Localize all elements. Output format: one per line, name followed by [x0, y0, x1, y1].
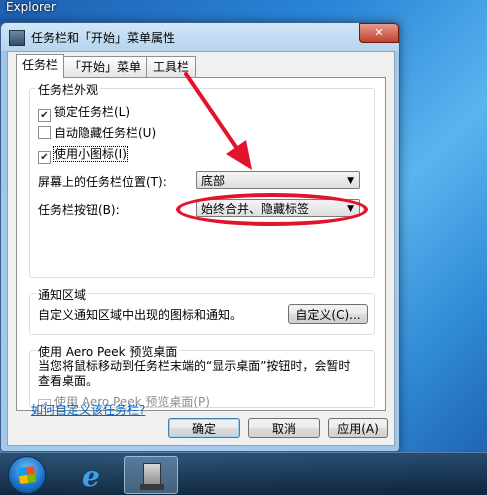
windows-taskbar: e: [0, 452, 487, 495]
buttons-label: 任务栏按钮(B):: [38, 203, 120, 217]
cancel-button[interactable]: 取消: [248, 418, 320, 438]
taskbar-control-panel[interactable]: [124, 456, 178, 494]
dialog-title: 任务栏和「开始」菜单属性: [31, 31, 176, 45]
title-bar[interactable]: 任务栏和「开始」菜单属性 ✕: [1, 23, 399, 51]
small-icons-checkbox[interactable]: ✔: [38, 151, 51, 164]
group-notification: 通知区域 自定义通知区域中出现的图标和通知。 自定义(C)...: [29, 286, 375, 335]
appearance-legend: 任务栏外观: [36, 81, 101, 98]
customize-button[interactable]: 自定义(C)...: [288, 304, 368, 324]
lock-taskbar-option[interactable]: ✔ 锁定任务栏(L): [38, 103, 130, 122]
aero-peek-description: 当您将鼠标移动到任务栏末端的“显示桌面”按钮时，会暂时 查看桌面。: [38, 359, 350, 389]
lock-taskbar-checkbox[interactable]: ✔: [38, 109, 51, 122]
autohide-label: 自动隐藏任务栏(U): [54, 126, 157, 140]
tab-panel-taskbar: 任务栏外观 ✔ 锁定任务栏(L) 自动隐藏任务栏(U) ✔ 使用小图标(I) 屏幕上…: [16, 77, 386, 412]
lock-taskbar-label: 锁定任务栏(L): [54, 105, 131, 119]
apply-button[interactable]: 应用(A): [328, 418, 388, 438]
tab-taskbar[interactable]: 任务栏: [16, 54, 64, 78]
highlight-ellipse: [176, 193, 368, 226]
taskbar-properties-icon: [9, 30, 25, 46]
desktop-label: Explorer: [6, 0, 56, 14]
location-dropdown[interactable]: 底部 ▼: [196, 171, 360, 189]
aero-peek-description-line2: 查看桌面。: [38, 374, 99, 388]
close-button[interactable]: ✕: [359, 23, 399, 43]
dialog-client: 任务栏 「开始」菜单 工具栏 任务栏外观 ✔ 锁定任务栏(L) 自动隐藏任务栏(U…: [7, 51, 395, 446]
internet-explorer-icon: e: [82, 460, 100, 493]
location-label: 屏幕上的任务栏位置(T):: [38, 175, 167, 189]
taskbar-internet-explorer[interactable]: e: [68, 456, 120, 493]
notification-legend: 通知区域: [36, 286, 89, 303]
notification-description: 自定义通知区域中出现的图标和通知。: [38, 308, 243, 322]
ok-button[interactable]: 确定: [168, 418, 240, 438]
group-appearance: 任务栏外观 ✔ 锁定任务栏(L) 自动隐藏任务栏(U) ✔ 使用小图标(I) 屏幕上…: [29, 81, 375, 278]
small-icons-option[interactable]: ✔ 使用小图标(I): [38, 145, 128, 164]
start-button[interactable]: [8, 456, 46, 494]
autohide-checkbox[interactable]: [38, 126, 51, 139]
windows-flag-icon: [17, 465, 37, 485]
control-panel-icon: [140, 463, 164, 490]
tab-toolbars[interactable]: 工具栏: [146, 56, 196, 77]
location-value: 底部: [201, 174, 226, 188]
taskbar-properties-dialog: 任务栏和「开始」菜单属性 ✕ 任务栏 「开始」菜单 工具栏 任务栏外观 ✔ 锁定任…: [0, 22, 400, 452]
aero-peek-description-line1: 当您将鼠标移动到任务栏末端的“显示桌面”按钮时，会暂时: [38, 359, 351, 373]
help-link[interactable]: 如何自定义该任务栏?: [31, 401, 145, 418]
tab-start-menu[interactable]: 「开始」菜单: [62, 56, 148, 77]
group-aero-peek: 使用 Aero Peek 预览桌面 当您将鼠标移动到任务栏末端的“显示桌面”按钮…: [29, 343, 375, 412]
autohide-option[interactable]: 自动隐藏任务栏(U): [38, 124, 156, 141]
chevron-down-icon: ▼: [347, 176, 354, 186]
aero-peek-legend: 使用 Aero Peek 预览桌面: [36, 343, 180, 360]
small-icons-label: 使用小图标(I): [53, 146, 128, 162]
